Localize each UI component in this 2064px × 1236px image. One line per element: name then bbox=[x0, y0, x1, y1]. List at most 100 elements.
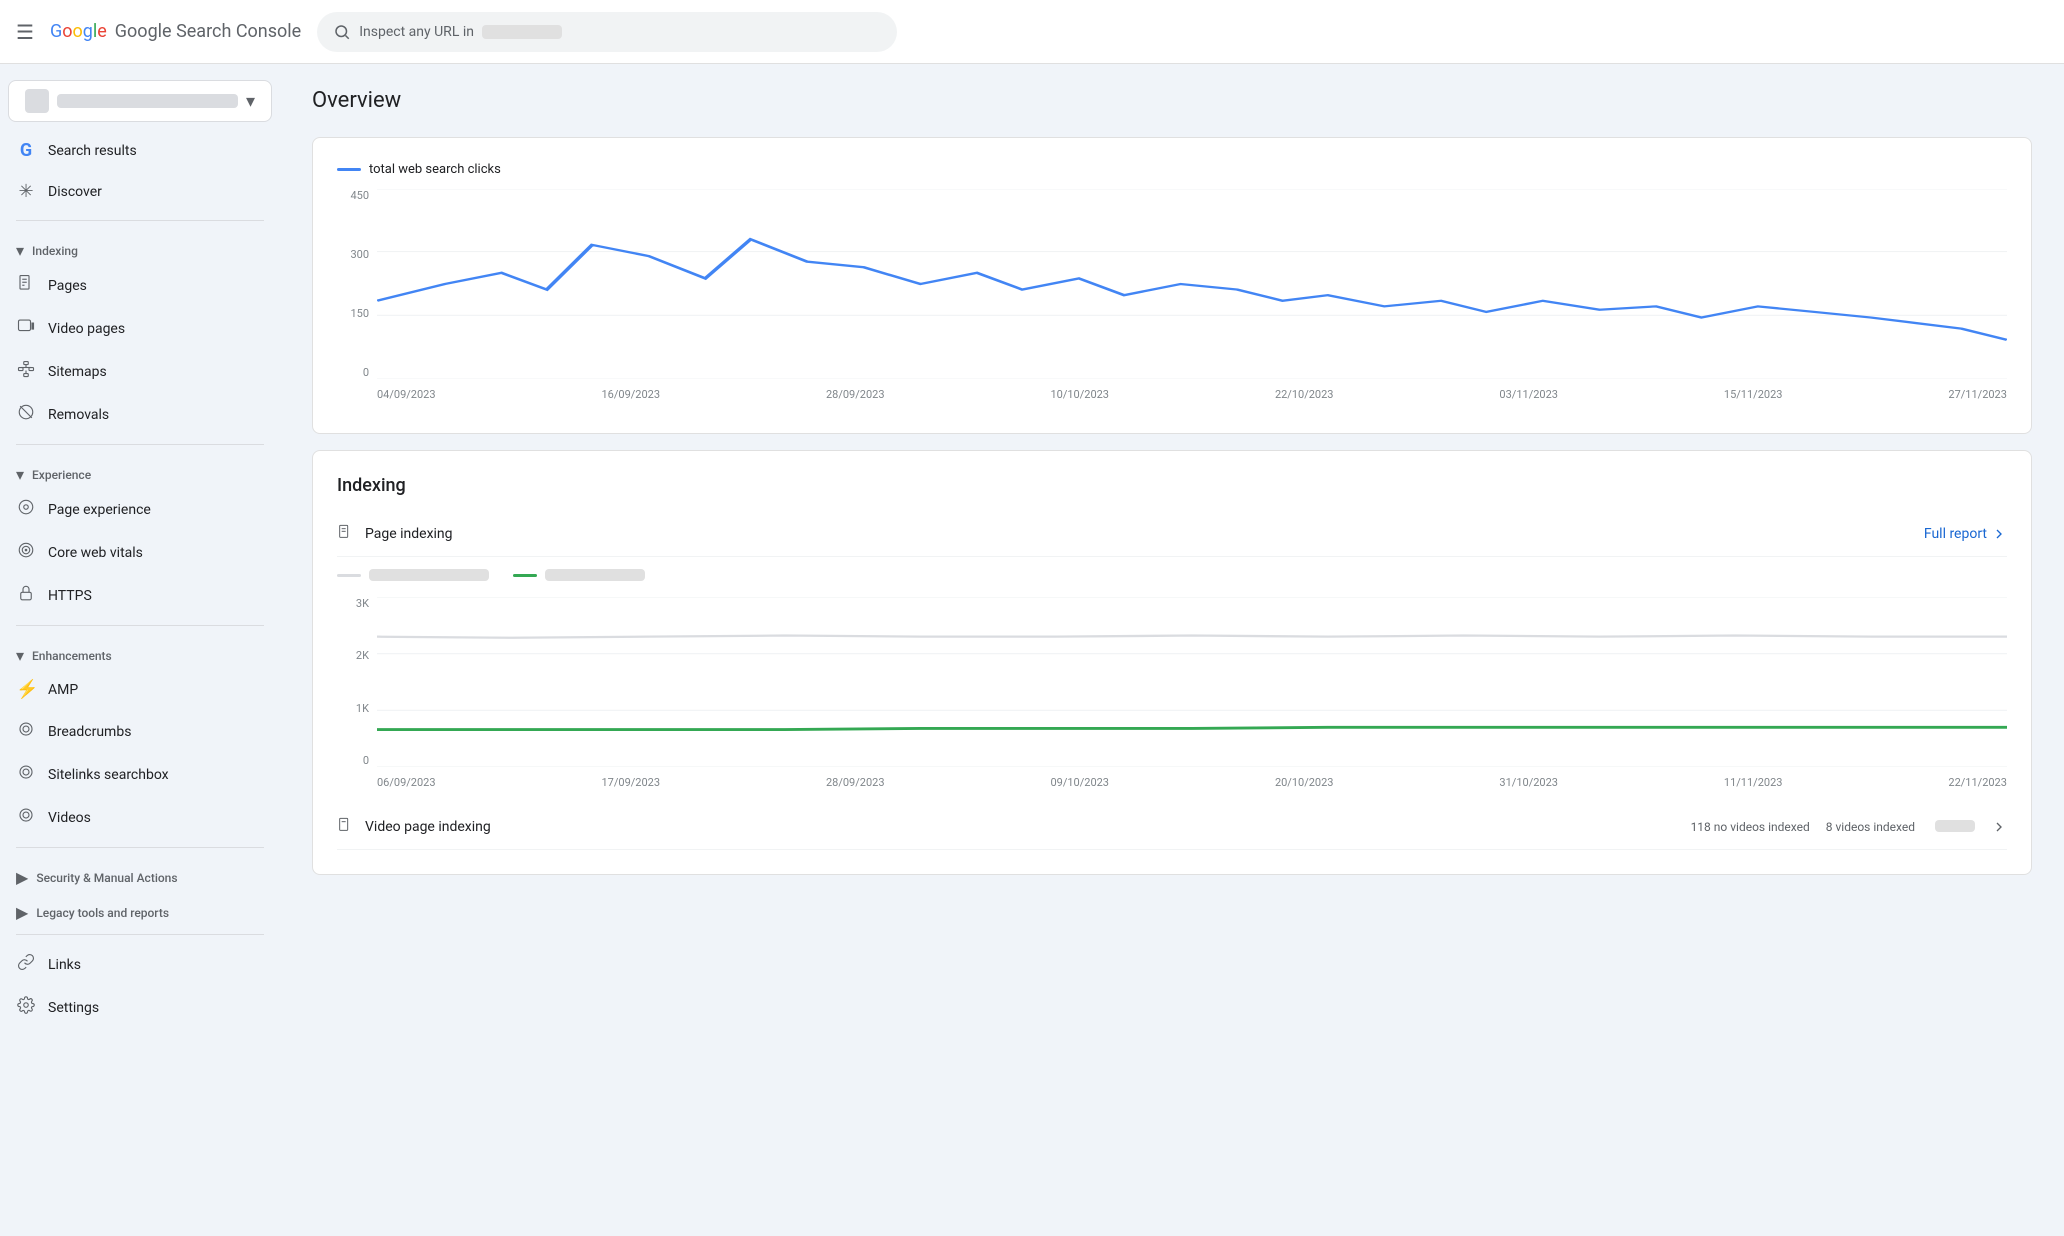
page-indexing-row: Page indexing Full report bbox=[337, 512, 2007, 557]
page-indexing-icon bbox=[337, 524, 353, 544]
sidebar-item-removals[interactable]: Removals bbox=[0, 393, 272, 436]
sidebar-item-videos[interactable]: Videos bbox=[0, 796, 272, 839]
x-label-1: 04/09/2023 bbox=[377, 388, 436, 401]
full-report-link[interactable]: Full report bbox=[1924, 526, 2007, 542]
x-label-6: 03/11/2023 bbox=[1499, 388, 1558, 401]
search-performance-chart-svg bbox=[377, 189, 2007, 379]
site-name-blurred bbox=[57, 94, 238, 108]
indexing-chart-svg bbox=[377, 597, 2007, 767]
sidebar-section-legacy[interactable]: ▶ Legacy tools and reports bbox=[0, 891, 280, 926]
sidebar-item-core-web-vitals[interactable]: Core web vitals bbox=[0, 531, 272, 574]
sidebar-item-settings[interactable]: Settings bbox=[0, 986, 272, 1029]
no-videos-indexed-stat: 118 no videos indexed bbox=[1691, 820, 1810, 834]
x-label-3: 28/09/2023 bbox=[826, 388, 885, 401]
videos-icon bbox=[16, 806, 36, 829]
site-selector[interactable]: ▾ bbox=[8, 80, 272, 122]
sidebar-item-sitemaps[interactable]: Sitemaps bbox=[0, 350, 272, 393]
sidebar-item-breadcrumbs[interactable]: Breadcrumbs bbox=[0, 710, 272, 753]
chevron-right-icon: ▶ bbox=[16, 868, 28, 887]
indexing-chart-x-axis: 06/09/2023 17/09/2023 28/09/2023 09/10/2… bbox=[377, 767, 2007, 797]
sidebar: ▾ G Search results ✳ Discover ▾ Indexing… bbox=[0, 64, 280, 1236]
chevron-down-icon-2: ▾ bbox=[16, 465, 24, 484]
sidebar-item-search-results[interactable]: G Search results bbox=[0, 130, 272, 171]
x-label-5: 22/10/2023 bbox=[1275, 388, 1334, 401]
sidebar-label-video-pages: Video pages bbox=[48, 321, 125, 337]
search-performance-card: total web search clicks 450 300 150 0 bbox=[312, 137, 2032, 434]
sidebar-label-breadcrumbs: Breadcrumbs bbox=[48, 724, 131, 740]
ix-label-7: 11/11/2023 bbox=[1724, 776, 1783, 789]
ix-label-1: 06/09/2023 bbox=[377, 776, 436, 789]
sidebar-item-sitelinks-searchbox[interactable]: Sitelinks searchbox bbox=[0, 753, 272, 796]
indexing-chart-legend bbox=[337, 569, 2007, 581]
x-label-4: 10/10/2023 bbox=[1050, 388, 1109, 401]
app-body: ▾ G Search results ✳ Discover ▾ Indexing… bbox=[0, 64, 2064, 1236]
search-bar[interactable]: Inspect any URL in bbox=[317, 12, 897, 52]
indexing-card: Indexing Page indexing Full report bbox=[312, 450, 2032, 875]
breadcrumbs-icon bbox=[16, 720, 36, 743]
sidebar-label-sitemaps: Sitemaps bbox=[48, 364, 107, 380]
page-title: Overview bbox=[312, 88, 2032, 113]
chevron-down-icon: ▾ bbox=[16, 241, 24, 260]
settings-gear-icon bbox=[16, 996, 36, 1019]
x-label-8: 27/11/2023 bbox=[1948, 388, 2007, 401]
sidebar-item-video-pages[interactable]: Video pages bbox=[0, 307, 272, 350]
sidebar-item-discover[interactable]: ✳ Discover bbox=[0, 171, 272, 212]
sidebar-label-pages: Pages bbox=[48, 278, 87, 294]
y-label-150: 150 bbox=[350, 307, 369, 320]
chart-x-axis: 04/09/2023 16/09/2023 28/09/2023 10/10/2… bbox=[377, 379, 2007, 409]
page-indexing-label: Page indexing bbox=[365, 526, 1912, 542]
sidebar-item-pages[interactable]: Pages bbox=[0, 264, 272, 307]
https-lock-icon bbox=[16, 584, 36, 607]
chart-y-axis: 450 300 150 0 bbox=[337, 189, 377, 379]
iy-label-1k: 1K bbox=[356, 702, 369, 715]
video-row-chevron-icon[interactable] bbox=[1991, 819, 2007, 835]
ix-label-3: 28/09/2023 bbox=[826, 776, 885, 789]
ix-label-2: 17/09/2023 bbox=[601, 776, 660, 789]
removals-icon bbox=[16, 403, 36, 426]
sidebar-item-page-experience[interactable]: Page experience bbox=[0, 488, 272, 531]
discover-icon: ✳ bbox=[16, 181, 36, 202]
sitemaps-icon bbox=[16, 360, 36, 383]
chart-plot-area bbox=[377, 189, 2007, 379]
legend-line-grey bbox=[337, 574, 361, 577]
legend-color-dot bbox=[337, 168, 361, 171]
sidebar-section-security[interactable]: ▶ Security & Manual Actions bbox=[0, 856, 280, 891]
iy-label-3k: 3K bbox=[356, 597, 369, 610]
sidebar-item-https[interactable]: HTTPS bbox=[0, 574, 272, 617]
sidebar-section-enhancements[interactable]: ▾ Enhancements bbox=[0, 634, 280, 669]
core-web-vitals-icon bbox=[16, 541, 36, 564]
indexing-legend-item-1 bbox=[337, 569, 489, 581]
sidebar-section-security-label: Security & Manual Actions bbox=[36, 871, 177, 885]
nav-divider-2 bbox=[16, 444, 264, 445]
menu-icon[interactable]: ☰ bbox=[16, 20, 34, 44]
nav-divider-1 bbox=[16, 220, 264, 221]
iy-label-0: 0 bbox=[363, 754, 369, 767]
site-dropdown-icon[interactable]: ▾ bbox=[246, 91, 255, 112]
full-report-text: Full report bbox=[1924, 526, 1987, 542]
site-favicon bbox=[25, 89, 49, 113]
topbar: ☰ Google Google Search Console Inspect a… bbox=[0, 0, 2064, 64]
sidebar-section-experience[interactable]: ▾ Experience bbox=[0, 453, 280, 488]
indexing-card-title: Indexing bbox=[337, 475, 2007, 496]
video-page-indexing-label: Video page indexing bbox=[365, 819, 1679, 835]
main-content: Overview total web search clicks 450 300… bbox=[280, 64, 2064, 1236]
sidebar-label-removals: Removals bbox=[48, 407, 109, 423]
links-icon bbox=[16, 953, 36, 976]
search-domain-blur bbox=[482, 25, 562, 39]
legend-label-total-clicks: total web search clicks bbox=[369, 162, 501, 177]
legend-label-blurred-2 bbox=[545, 569, 645, 581]
sidebar-section-indexing[interactable]: ▾ Indexing bbox=[0, 229, 280, 264]
sitelinks-searchbox-icon bbox=[16, 763, 36, 786]
sidebar-label-settings: Settings bbox=[48, 1000, 99, 1016]
sidebar-label-links: Links bbox=[48, 957, 81, 973]
indexing-legend-item-2 bbox=[513, 569, 645, 581]
ix-label-4: 09/10/2023 bbox=[1050, 776, 1109, 789]
logo-text: Google bbox=[50, 21, 107, 42]
chevron-right-icon-2: ▶ bbox=[16, 903, 28, 922]
search-chart-container: 450 300 150 0 bbox=[337, 189, 2007, 409]
sidebar-item-amp[interactable]: ⚡ AMP bbox=[0, 669, 272, 710]
video-stats: 118 no videos indexed 8 videos indexed bbox=[1691, 820, 1979, 834]
sidebar-item-links[interactable]: Links bbox=[0, 943, 272, 986]
sidebar-label-page-experience: Page experience bbox=[48, 502, 151, 518]
ix-label-8: 22/11/2023 bbox=[1948, 776, 2007, 789]
